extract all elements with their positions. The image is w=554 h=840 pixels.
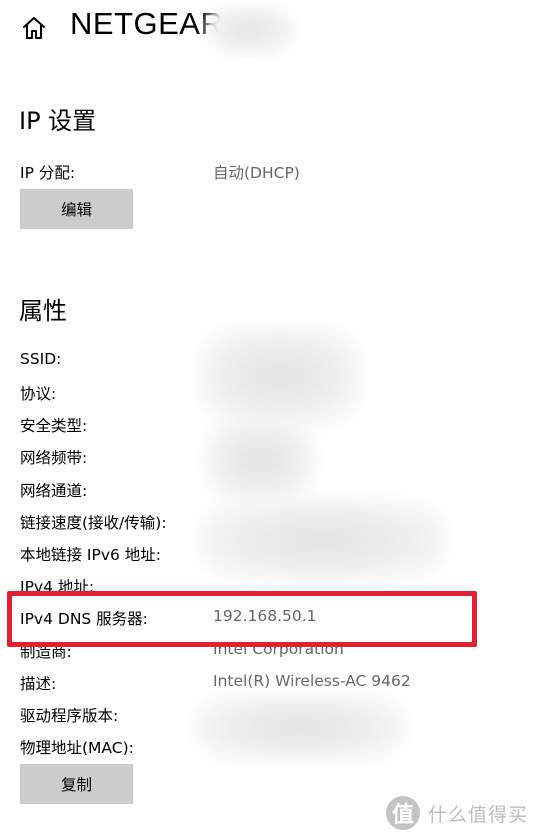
ipv6-address-label: 本地链接 IPv6 地址: [20, 546, 162, 564]
description-label: 描述: [20, 675, 57, 693]
description-value: Intel(R) Wireless-AC 9462 [213, 672, 411, 690]
edit-button[interactable]: 编辑 [20, 189, 133, 229]
watermark: 值 什么值得买 [386, 795, 528, 831]
redacted-values-link [200, 500, 445, 580]
page-title: NETGEAR [70, 6, 224, 41]
network-band-label: 网络频带: [20, 449, 88, 467]
driver-version-label: 驱动程序版本: [20, 707, 119, 725]
ip-assignment-label: IP 分配: [20, 164, 76, 182]
page-header: NETGEAR [0, 0, 554, 60]
properties-heading: 属性 [19, 297, 67, 325]
home-icon[interactable] [20, 14, 48, 42]
link-speed-label: 链接速度(接收/传输): [20, 514, 167, 532]
ssid-label: SSID: [20, 350, 62, 368]
redacted-title-suffix [206, 6, 294, 54]
ip-assignment-value: 自动(DHCP) [213, 164, 300, 182]
security-type-label: 安全类型: [20, 417, 88, 435]
redacted-values-top [200, 328, 360, 424]
watermark-logo-icon: 值 [386, 796, 420, 830]
ip-settings-heading: IP 设置 [19, 107, 97, 135]
redacted-values-band [205, 420, 315, 500]
watermark-text: 什么值得买 [428, 803, 529, 826]
dns-highlight-box [7, 591, 477, 647]
redacted-values-driver [195, 695, 405, 760]
network-channel-label: 网络通道: [20, 482, 88, 500]
protocol-label: 协议: [20, 385, 57, 403]
copy-button[interactable]: 复制 [20, 764, 133, 804]
mac-address-label: 物理地址(MAC): [20, 739, 134, 757]
